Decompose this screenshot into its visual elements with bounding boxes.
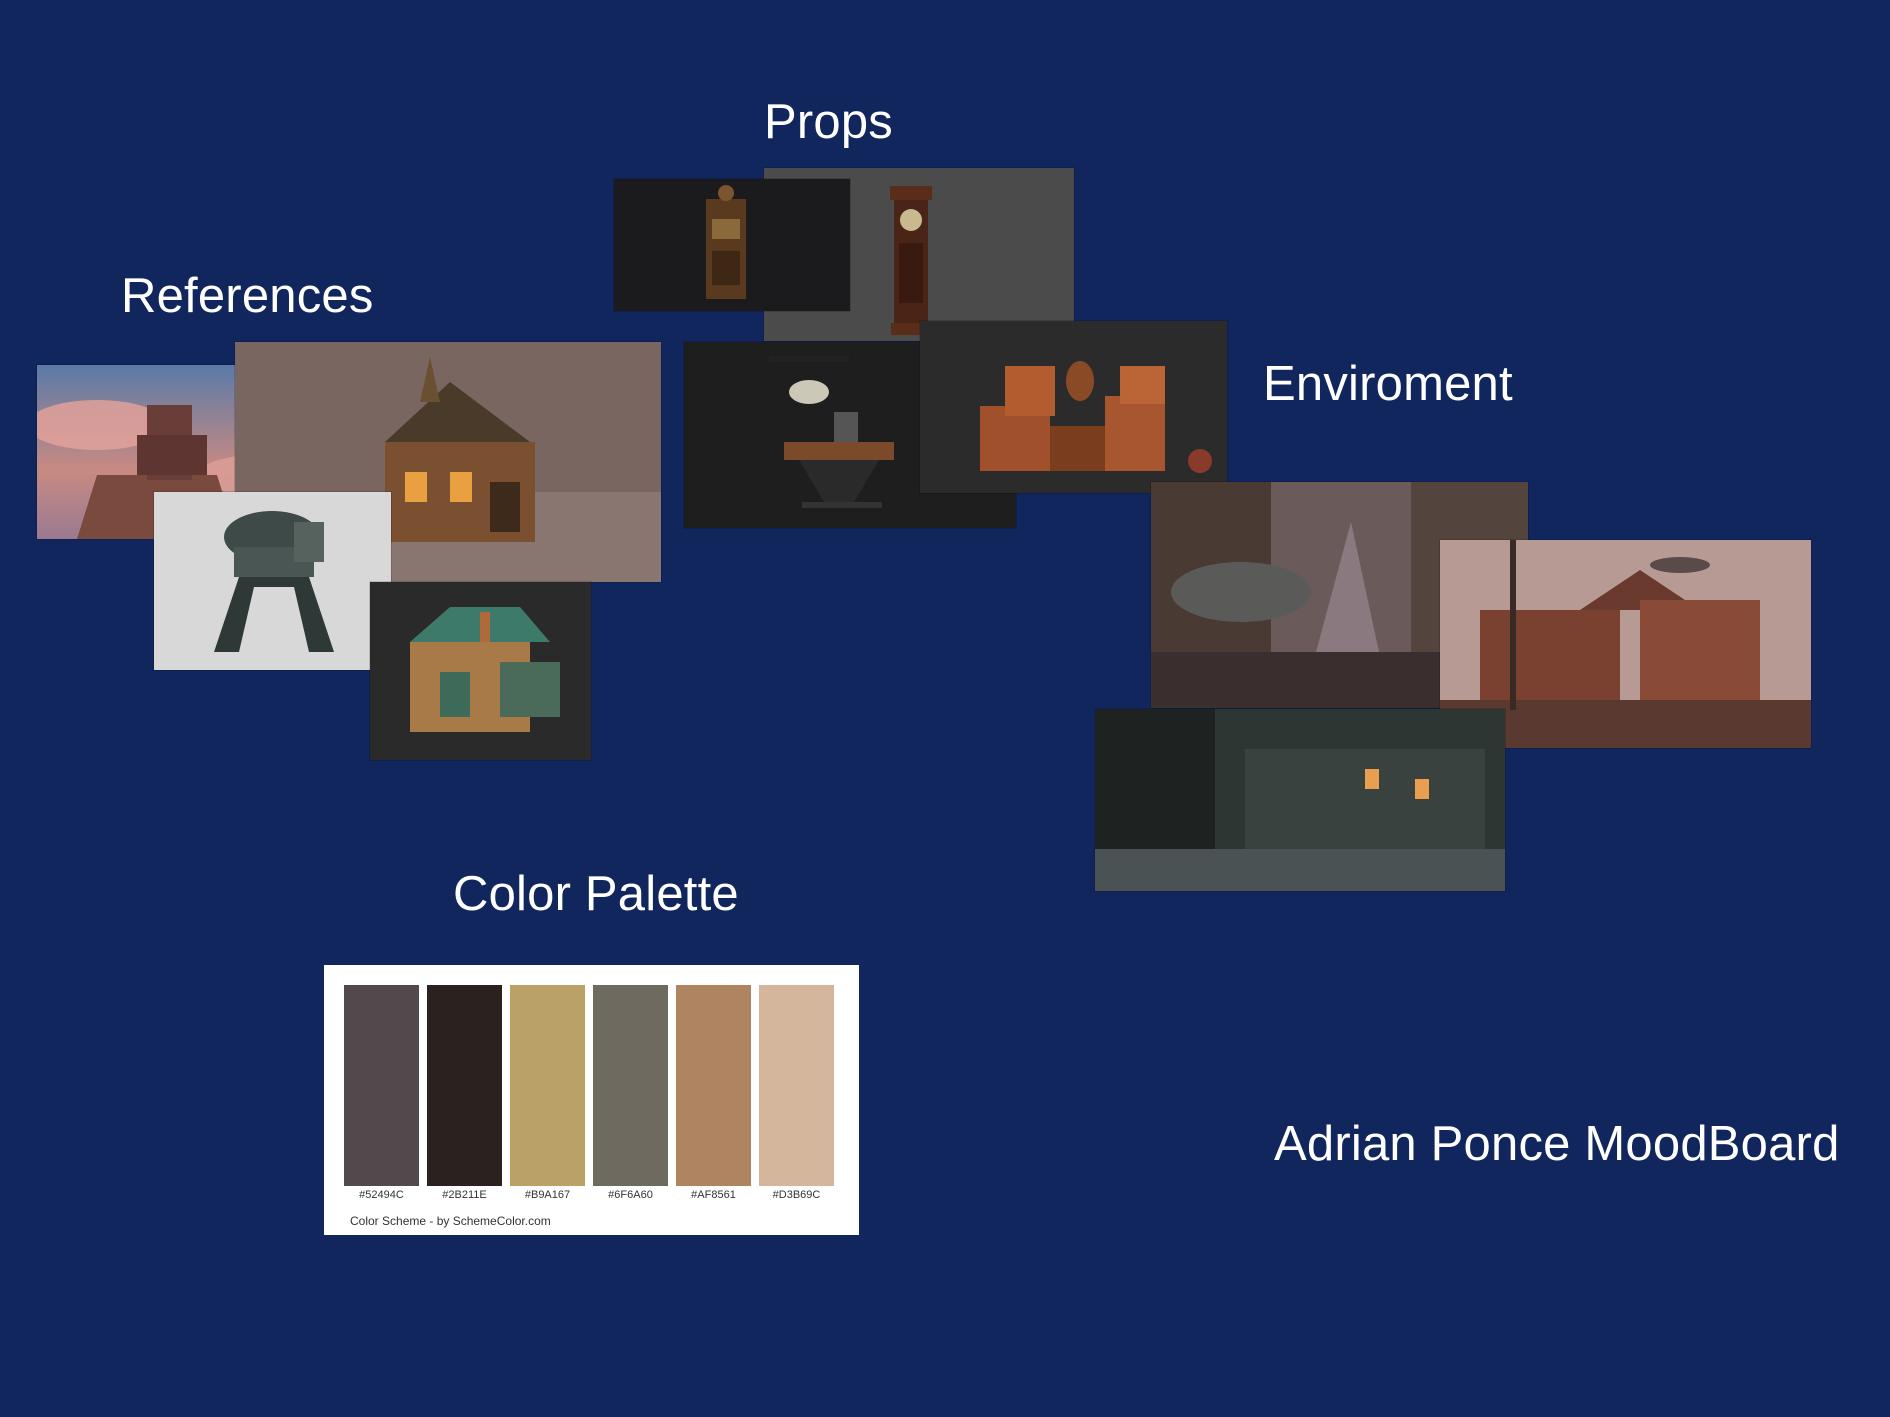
props-heading: Props [764, 95, 894, 149]
reference-tower-image [154, 492, 391, 670]
swatch-3 [510, 985, 585, 1186]
swatch-4 [593, 985, 668, 1186]
enviroment-heading: Enviroment [1263, 357, 1513, 411]
swatch-6 [759, 985, 834, 1186]
props-machine-image [614, 179, 850, 311]
swatch-3-label: #B9A167 [524, 1189, 571, 1201]
swatch-2 [427, 985, 502, 1186]
swatch-6-label: #D3B69C [772, 1189, 821, 1201]
swatch-1 [344, 985, 419, 1186]
reference-copper-house-image [370, 582, 591, 760]
props-crates-image [920, 321, 1227, 493]
color-palette-heading: Color Palette [453, 867, 739, 921]
swatch-4-label: #6F6A60 [608, 1189, 653, 1201]
palette-credit: Color Scheme - by SchemeColor.com [350, 1214, 551, 1228]
swatch-5-label: #AF8561 [691, 1189, 736, 1201]
swatch-1-label: #52494C [359, 1189, 404, 1201]
enviroment-night-alley-image [1095, 709, 1505, 891]
swatch-5 [676, 985, 751, 1186]
author-title: Adrian Ponce MoodBoard [1274, 1117, 1840, 1171]
color-palette-card: #52494C #2B211E #B9A167 #6F6A60 #AF8561 … [324, 965, 859, 1235]
swatch-2-label: #2B211E [442, 1189, 487, 1201]
references-heading: References [121, 269, 374, 323]
